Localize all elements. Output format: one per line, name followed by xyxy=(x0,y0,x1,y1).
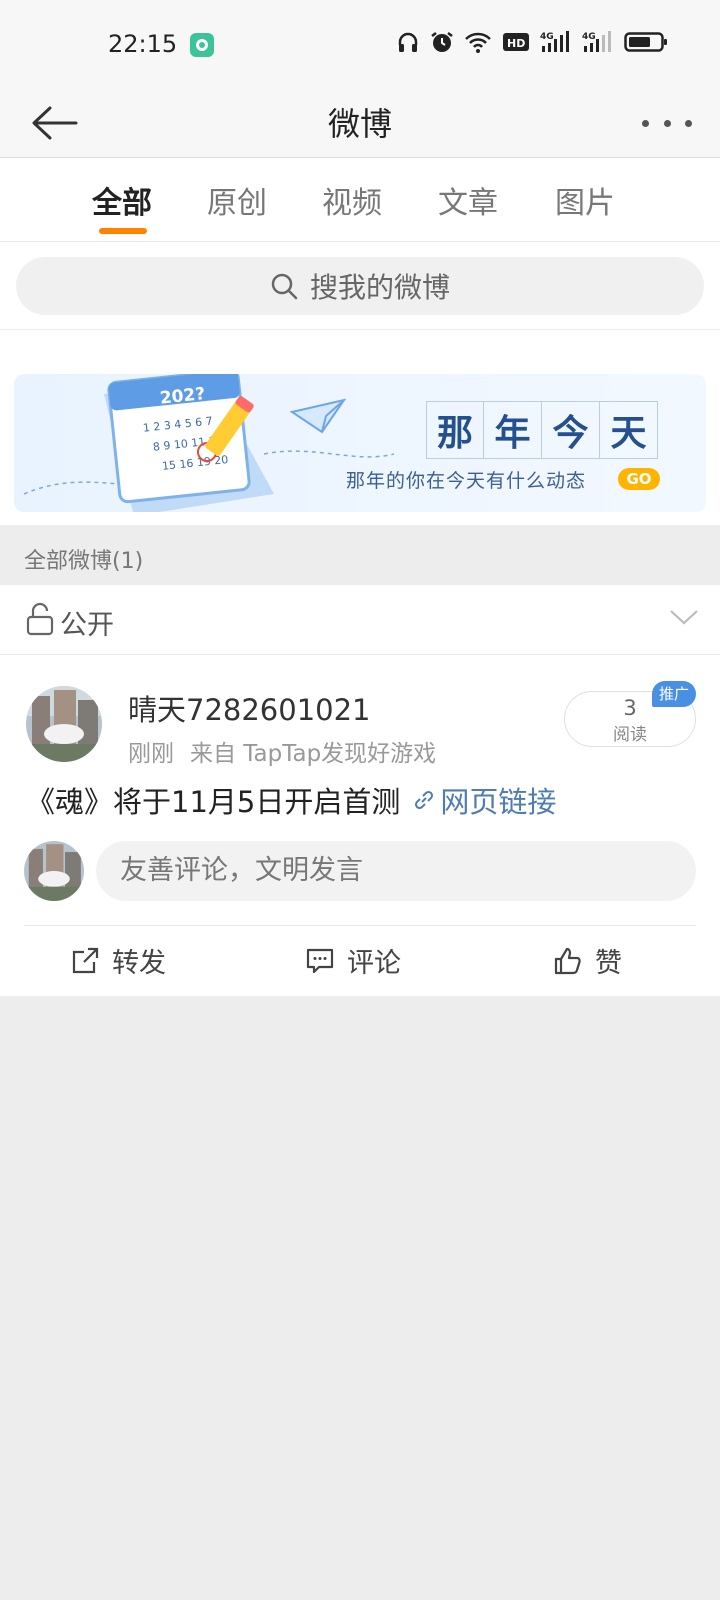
more-icon[interactable] xyxy=(642,110,692,136)
page-title: 微博 xyxy=(327,105,392,143)
read-label: 阅读 xyxy=(613,725,647,745)
search-icon xyxy=(271,273,298,300)
nav-bar: 微博 xyxy=(0,90,720,158)
active-tab-indicator xyxy=(99,228,147,234)
section-label: 全部微博(1) xyxy=(24,549,144,574)
app-notification-icon xyxy=(190,33,214,57)
battery-icon xyxy=(624,32,667,52)
tab-image[interactable]: 图片 xyxy=(555,178,615,222)
post-username[interactable]: 晴天7282601021 xyxy=(128,687,371,729)
repost-button[interactable]: 转发 xyxy=(70,941,166,980)
post-card: 晴天7282601021 刚刚 来自 TapTap发现好游戏 3 阅读 推广 《魂… xyxy=(0,655,720,996)
banner-title-char: 那 xyxy=(426,401,484,459)
signal-4g-icon: 4G xyxy=(540,31,569,52)
comment-label: 评论 xyxy=(347,948,401,979)
post-text-body: 《魂》将于11月5日开启首测 xyxy=(26,785,401,819)
go-button[interactable]: GO xyxy=(618,468,660,490)
calendar-illustration: 202? 1 2 3 4 5 6 7 8 9 10 11 12 15 16 19… xyxy=(23,374,394,512)
unlock-icon xyxy=(26,602,54,636)
search-input[interactable]: 搜我的微博 xyxy=(16,257,704,315)
comment-avatar xyxy=(24,841,84,901)
comment-input[interactable]: 友善评论，文明发言 xyxy=(96,841,696,901)
visibility-label: 公开 xyxy=(60,610,114,641)
repost-icon xyxy=(72,947,99,973)
avatar[interactable] xyxy=(26,686,102,762)
tab-original[interactable]: 原创 xyxy=(207,178,267,222)
post-time: 刚刚 xyxy=(128,741,174,767)
tab-video[interactable]: 视频 xyxy=(322,178,382,222)
tab-article[interactable]: 文章 xyxy=(438,178,498,222)
filter-tabs: 全部 原创 视频 文章 图片 xyxy=(0,158,720,242)
thumbs-up-icon xyxy=(554,947,581,974)
banner-title-char: 天 xyxy=(600,401,658,459)
svg-text:HD: HD xyxy=(507,37,525,50)
post-meta: 刚刚 来自 TapTap发现好游戏 xyxy=(128,734,436,768)
svg-text:4G: 4G xyxy=(540,32,554,42)
signal-4g-icon: 4G xyxy=(582,31,611,52)
chevron-down-icon[interactable] xyxy=(668,605,700,629)
post-source: 来自 TapTap发现好游戏 xyxy=(190,741,437,767)
web-link-label: 网页链接 xyxy=(440,785,557,819)
section-header: 全部微博(1) xyxy=(0,525,720,585)
banner-title-char: 年 xyxy=(484,401,542,459)
banner-subtitle: 那年的你在今天有什么动态 xyxy=(346,470,587,492)
promote-badge[interactable]: 推广 xyxy=(652,681,696,707)
like-button[interactable]: 赞 xyxy=(553,941,622,980)
divider xyxy=(24,925,696,926)
wifi-icon xyxy=(465,32,491,53)
status-icons: HD 4G 4G xyxy=(396,30,668,54)
status-time: 22:15 xyxy=(108,30,178,58)
like-label: 赞 xyxy=(595,948,622,979)
status-bar: 22:15 HD 4G 4G xyxy=(0,0,720,90)
on-this-day-banner[interactable]: 202? 1 2 3 4 5 6 7 8 9 10 11 12 15 16 19… xyxy=(14,374,706,512)
banner-title: 那 年 今 天 xyxy=(426,401,658,459)
repost-label: 转发 xyxy=(112,948,166,979)
alarm-icon xyxy=(431,32,453,52)
post-text: 《魂》将于11月5日开启首测 网页链接 xyxy=(26,779,556,821)
banner-area: 202? 1 2 3 4 5 6 7 8 9 10 11 12 15 16 19… xyxy=(0,330,720,525)
comment-icon xyxy=(306,948,334,973)
comment-button[interactable]: 评论 xyxy=(305,941,401,980)
search-placeholder: 搜我的微博 xyxy=(309,271,450,304)
banner-title-char: 今 xyxy=(542,401,600,459)
link-icon xyxy=(415,790,434,810)
tab-all[interactable]: 全部 xyxy=(92,178,152,222)
visibility-selector[interactable]: 公开 xyxy=(0,585,720,655)
hd-icon: HD xyxy=(503,33,529,51)
headphones-icon xyxy=(398,32,418,52)
search-area: 搜我的微博 xyxy=(0,242,720,330)
svg-text:4G: 4G xyxy=(582,32,596,42)
web-link[interactable]: 网页链接 xyxy=(412,779,556,821)
